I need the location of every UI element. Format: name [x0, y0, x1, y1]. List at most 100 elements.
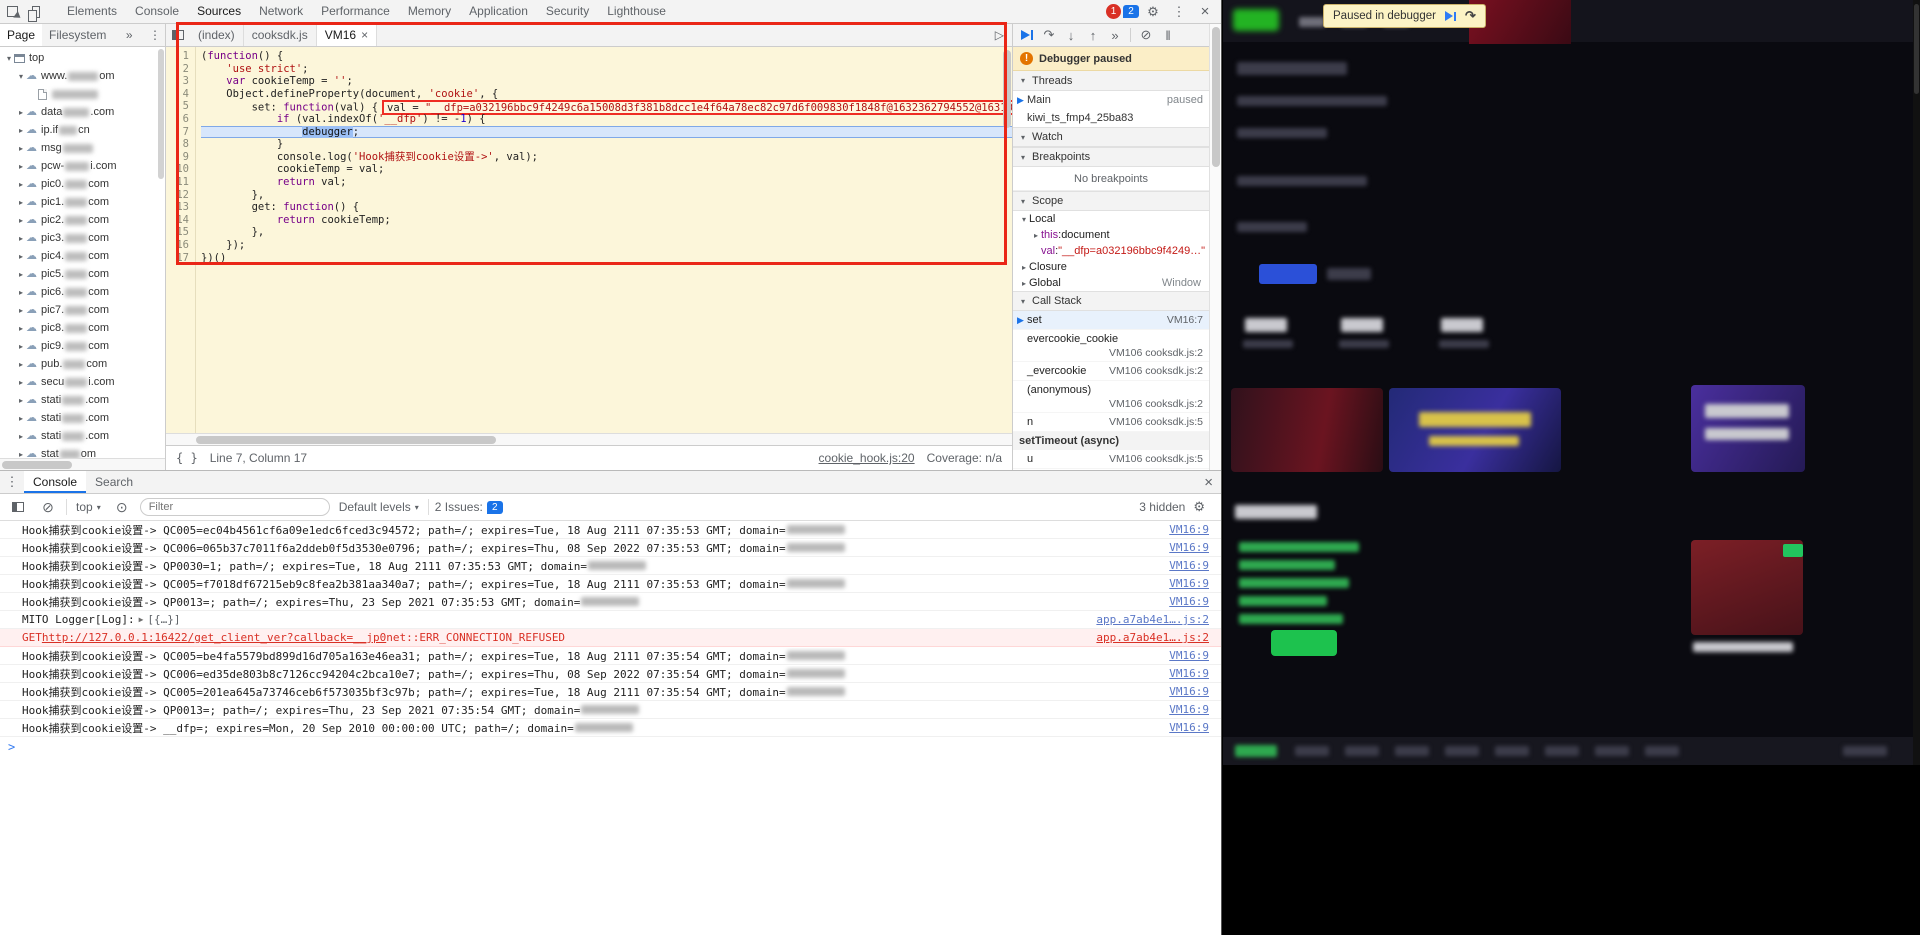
file-tree-item[interactable]: ▸ ☁ pic7. com: [0, 301, 165, 319]
console-settings-gear-icon[interactable]: ⚙: [1193, 499, 1205, 515]
console-prompt[interactable]: >: [0, 737, 1221, 757]
file-tree-item[interactable]: ▸ ☁ pic5. com: [0, 265, 165, 283]
source-location-link[interactable]: VM16:9: [1169, 649, 1209, 662]
breakpoints-section-header[interactable]: ▾ Breakpoints: [1013, 147, 1209, 167]
expand-triangle-icon[interactable]: ▶: [139, 615, 144, 624]
context-selector[interactable]: top ▾: [73, 500, 104, 514]
page-scrollbar[interactable]: [1913, 0, 1920, 765]
main-tab-console[interactable]: Console: [126, 0, 188, 24]
tree-vertical-scrollbar[interactable]: [157, 47, 165, 458]
site-logo[interactable]: [1233, 9, 1279, 31]
console-filter-input[interactable]: [139, 498, 330, 516]
tab-search[interactable]: Search: [86, 471, 142, 493]
scope-entry[interactable]: ▸ this: document: [1013, 227, 1209, 243]
editor-tab-vm16[interactable]: VM16 ×: [316, 24, 378, 46]
file-tree-item[interactable]: ▸ ☁ data .com: [0, 103, 165, 121]
pause-on-exceptions-button[interactable]: ‖: [1158, 25, 1178, 45]
step-into-button[interactable]: ↓: [1061, 25, 1081, 45]
toast-step-over-icon[interactable]: ↷: [1465, 8, 1476, 24]
main-tab-memory[interactable]: Memory: [399, 0, 460, 24]
file-tree-item[interactable]: ▸ ☁ pic0. com: [0, 175, 165, 193]
source-location-link[interactable]: app.a7ab4e1….js:2: [1096, 631, 1209, 644]
log-levels-dropdown[interactable]: Default levels ▾: [336, 500, 422, 514]
main-tab-performance[interactable]: Performance: [312, 0, 399, 24]
main-tab-elements[interactable]: Elements: [58, 0, 126, 24]
source-location-link[interactable]: VM16:9: [1169, 721, 1209, 734]
source-location-link[interactable]: VM16:9: [1169, 559, 1209, 572]
step-out-button[interactable]: ↑: [1083, 25, 1103, 45]
resume-button[interactable]: [1017, 25, 1037, 45]
request-url-link[interactable]: http://127.0.0.1:16422/get_client_ver?ca…: [42, 631, 386, 644]
main-tab-application[interactable]: Application: [460, 0, 537, 24]
file-tree-item[interactable]: ▸ ☁ pic3. com: [0, 229, 165, 247]
inspect-element-icon[interactable]: [0, 1, 24, 23]
file-tree-item[interactable]: ▸ ☁ ip.if cn: [0, 121, 165, 139]
scope-entry[interactable]: ▾ Local: [1013, 211, 1209, 227]
video-card[interactable]: [1231, 388, 1383, 472]
thread-item[interactable]: ▶ Main paused: [1013, 91, 1209, 109]
source-location-link[interactable]: VM16:9: [1169, 523, 1209, 536]
thread-item[interactable]: kiwi_ts_fmp4_25ba83: [1013, 109, 1209, 127]
file-tree-item[interactable]: ▸ ☁ stati .com: [0, 409, 165, 427]
pretty-print-icon[interactable]: { }: [176, 451, 198, 465]
close-tab-icon[interactable]: ×: [361, 24, 368, 46]
editor-tab-index[interactable]: (index): [190, 24, 244, 46]
file-tree-item[interactable]: ▸ ☁ secu i.com: [0, 373, 165, 391]
live-expression-eye-icon[interactable]: ⊙: [110, 496, 134, 518]
tab-page[interactable]: Page: [0, 24, 43, 46]
editor-tab-overflow-icon[interactable]: ▷: [995, 28, 1012, 42]
file-tree-item[interactable]: ▸ ☁ pic8. com: [0, 319, 165, 337]
bottom-nav-item[interactable]: [1295, 746, 1329, 756]
file-tree-item[interactable]: ▸ ☁ pic2. com: [0, 211, 165, 229]
main-tab-network[interactable]: Network: [250, 0, 312, 24]
source-location-link[interactable]: app.a7ab4e1….js:2: [1096, 613, 1209, 626]
main-tab-sources[interactable]: Sources: [188, 0, 251, 24]
scope-entry[interactable]: ▸ Closure: [1013, 259, 1209, 275]
console-sidebar-toggle-icon[interactable]: [12, 502, 24, 512]
tree-horizontal-scrollbar[interactable]: [0, 458, 165, 470]
file-tree-item[interactable]: ▸ ☁ pcw-i.com: [0, 157, 165, 175]
call-stack-frame[interactable]: evercookie_cookie VM106 cooksdk.js:2: [1013, 330, 1209, 362]
line-number-gutter[interactable]: 1 2 3 4 5 6 7 8 9 10 11 12 13 14 15 16 17: [166, 47, 196, 433]
main-tab-lighthouse[interactable]: Lighthouse: [598, 0, 675, 24]
call-stack-frame[interactable]: u VM106 cooksdk.js:5: [1013, 450, 1209, 469]
watch-section-header[interactable]: ▾ Watch: [1013, 127, 1209, 147]
call-stack-frame[interactable]: (anonymous) VM106 cooksdk.js:2: [1013, 381, 1209, 413]
file-tree-item[interactable]: ▸ ☁ stat om: [0, 445, 165, 458]
file-tree-item[interactable]: ▸ ☁ pic4. com: [0, 247, 165, 265]
drawer-more-icon[interactable]: ⋮: [0, 471, 24, 493]
call-stack-frame[interactable]: ▶ set VM16:7: [1013, 311, 1209, 330]
file-tree-item[interactable]: ▸ ☁ pub. com: [0, 355, 165, 373]
bottom-nav-item[interactable]: [1395, 746, 1429, 756]
bottom-nav-item-active[interactable]: [1235, 745, 1277, 757]
more-options-icon[interactable]: ⋮: [1167, 1, 1191, 23]
navigator-toggle-icon[interactable]: [172, 30, 184, 40]
source-location-link[interactable]: VM16:9: [1169, 577, 1209, 590]
step-over-button[interactable]: ↷: [1039, 25, 1059, 45]
file-tree-item[interactable]: ▸ ☁ stati .com: [0, 427, 165, 445]
file-tree-item[interactable]: ▸ ☁ pic6. com: [0, 283, 165, 301]
scope-entry[interactable]: val: "__dfp=a032196bbc9f4249…": [1013, 243, 1209, 259]
close-devtools-icon[interactable]: ×: [1193, 1, 1217, 23]
source-location-link[interactable]: VM16:9: [1169, 541, 1209, 554]
file-tree-item[interactable]: ▸ ☁ msg: [0, 139, 165, 157]
source-location-link[interactable]: VM16:9: [1169, 667, 1209, 680]
file-tree-item[interactable]: ▸ ☁ pic1. com: [0, 193, 165, 211]
error-count-badge[interactable]: 1: [1106, 4, 1121, 19]
bottom-nav-item[interactable]: [1645, 746, 1679, 756]
call-stack-frame[interactable]: n VM106 cooksdk.js:5: [1013, 413, 1209, 432]
source-location-link[interactable]: VM16:9: [1169, 685, 1209, 698]
play-now-button[interactable]: [1271, 630, 1337, 656]
tab-filesystem[interactable]: Filesystem: [42, 28, 113, 42]
deactivate-breakpoints-button[interactable]: ⊘: [1136, 25, 1156, 45]
bottom-nav-item[interactable]: [1545, 746, 1579, 756]
scope-section-header[interactable]: ▾ Scope: [1013, 191, 1209, 211]
bottom-nav-item[interactable]: [1595, 746, 1629, 756]
video-card[interactable]: [1389, 388, 1561, 472]
file-tree-item[interactable]: ▸ ☁ stati .com: [0, 391, 165, 409]
source-location-link[interactable]: VM16:9: [1169, 595, 1209, 608]
bottom-nav-item[interactable]: [1445, 746, 1479, 756]
nav-item-blob[interactable]: [1299, 17, 1325, 27]
settings-gear-icon[interactable]: ⚙: [1141, 1, 1165, 23]
step-button[interactable]: »: [1105, 25, 1125, 45]
